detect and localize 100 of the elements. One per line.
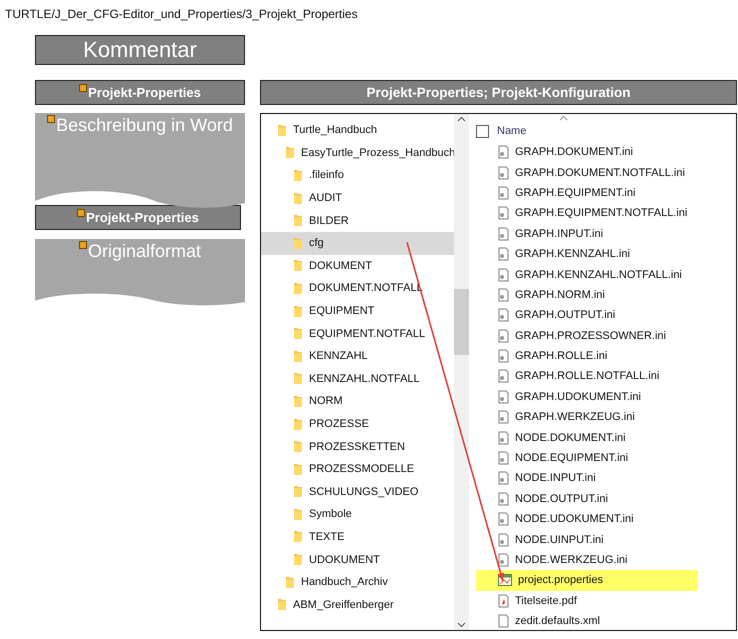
file-item[interactable]: NODE.UDOKUMENT.ini (476, 509, 698, 530)
settings-file-icon (498, 410, 509, 424)
folder-item[interactable]: Symbole (261, 503, 454, 526)
folder-item[interactable]: ABM_Greiffenberger (261, 593, 454, 616)
settings-file-icon (498, 288, 509, 302)
settings-file-icon (498, 532, 509, 547)
folder-icon (293, 168, 303, 182)
file-item[interactable]: GRAPH.EQUIPMENT.ini (476, 182, 698, 204)
folder-item[interactable]: Handbuch_Archiv (261, 570, 454, 594)
folder-icon (293, 440, 303, 454)
settings-file-icon (498, 268, 509, 282)
folder-icon (293, 462, 303, 476)
folder-icon (293, 553, 303, 566)
folder-item[interactable]: PROZESSKETTEN (261, 435, 454, 458)
scroll-thumb[interactable] (454, 289, 469, 355)
scrollbar[interactable] (454, 114, 469, 630)
section-heading: Projekt-Properties; Projekt-Konfiguration (260, 80, 737, 105)
folder-item[interactable]: NORM (261, 390, 454, 413)
file-item[interactable]: project.properties (476, 570, 698, 591)
breadcrumb: TURTLE/J_Der_CFG-Editor_und_Properties/3_Projekt_Properties (5, 7, 358, 21)
folder-icon (293, 259, 303, 272)
folder-icon (293, 418, 303, 431)
settings-file-icon (498, 226, 509, 241)
folder-icon (293, 485, 303, 498)
file-item[interactable]: GRAPH.ROLLE.ini (476, 346, 698, 366)
file-item[interactable]: zedit.defaults.xml (476, 610, 698, 632)
file-item[interactable]: Titelseite.pdf (476, 590, 698, 611)
folder-icon (285, 576, 295, 589)
folder-item[interactable]: .fileinfo (261, 164, 454, 187)
folder-item[interactable]: cfg (261, 232, 454, 255)
folder-item[interactable]: KENNZAHL.NOTFALL (261, 368, 454, 390)
file-item[interactable]: GRAPH.WERKZEUG.ini (476, 407, 698, 428)
settings-file-icon (498, 369, 509, 384)
folder-item[interactable]: DOKUMENT (261, 254, 454, 278)
file-item[interactable]: GRAPH.ROLLE.NOTFALL.ini (476, 366, 698, 387)
folder-icon (293, 372, 303, 386)
folder-item[interactable]: PROZESSE (261, 412, 454, 436)
file-item[interactable]: GRAPH.KENNZAHL.NOTFALL.ini (476, 264, 698, 285)
comment-button[interactable]: Kommentar (35, 35, 245, 65)
file-item[interactable]: NODE.DOKUMENT.ini (476, 427, 698, 448)
file-item[interactable]: GRAPH.INPUT.ini (476, 224, 698, 244)
folder-icon (285, 146, 295, 160)
file-item[interactable]: GRAPH.OUTPUT.ini (476, 305, 698, 326)
settings-file-icon (498, 186, 509, 200)
file-item[interactable]: GRAPH.DOKUMENT.NOTFALL.ini (476, 162, 698, 183)
folder-icon (293, 530, 303, 544)
pdf-file-icon (498, 594, 509, 608)
file-item[interactable]: NODE.INPUT.ini (476, 468, 698, 489)
settings-file-icon (498, 349, 509, 364)
file-item[interactable]: GRAPH.DOKUMENT.ini (476, 142, 698, 162)
settings-file-icon (498, 145, 509, 160)
settings-file-icon (498, 206, 509, 220)
folder-icon (293, 304, 303, 318)
file-item[interactable]: NODE.EQUIPMENT.ini (476, 448, 698, 468)
link-marker-icon (79, 84, 88, 92)
file-item[interactable]: NODE.UINPUT.ini (476, 529, 698, 550)
settings-file-icon (498, 390, 509, 404)
file-item[interactable]: GRAPH.KENNZAHL.ini (476, 244, 698, 264)
folder-item[interactable]: BILDER (261, 209, 454, 232)
folder-item[interactable]: Turtle_Handbuch (261, 119, 454, 142)
folder-item[interactable]: PROZESSMODELLE (261, 458, 454, 480)
file-item[interactable]: NODE.WERKZEUG.ini (476, 550, 698, 570)
folder-item[interactable]: SCHULUNGS_VIDEO (261, 480, 454, 504)
file-item[interactable]: GRAPH.PROZESSOWNER.ini (476, 326, 698, 346)
folder-item[interactable]: TEXTE (261, 526, 454, 548)
folder-icon (293, 394, 303, 408)
file-item[interactable]: GRAPH.NORM.ini (476, 284, 698, 306)
select-all-checkbox[interactable] (476, 124, 489, 138)
link-marker-icon (77, 209, 86, 217)
column-header[interactable]: Name (497, 125, 526, 137)
settings-file-icon (498, 492, 509, 506)
folder-item[interactable]: EasyTurtle_Prozess_Handbuch (261, 142, 454, 164)
settings-file-icon (498, 308, 509, 322)
file-item[interactable]: GRAPH.UDOKUMENT.ini (476, 386, 698, 408)
folder-item[interactable]: AUDIT (261, 186, 454, 210)
folder-item[interactable]: EQUIPMENT (261, 300, 454, 322)
file-item[interactable]: GRAPH.EQUIPMENT.NOTFALL.ini (476, 203, 698, 224)
folder-icon (293, 508, 303, 521)
file-item[interactable]: NODE.OUTPUT.ini (476, 488, 698, 510)
folder-icon (293, 236, 303, 250)
sort-caret-icon (559, 115, 568, 121)
settings-file-icon (498, 553, 509, 567)
folder-item[interactable]: EQUIPMENT.NOTFALL (261, 322, 454, 345)
settings-file-icon (498, 471, 509, 486)
folder-icon (277, 124, 287, 137)
folder-item[interactable]: KENNZAHL (261, 344, 454, 368)
folder-icon (293, 192, 303, 205)
folder-icon (293, 282, 303, 295)
heading-text: Projekt-Properties (86, 210, 199, 225)
settings-file-icon (498, 451, 509, 466)
settings-file-icon (498, 512, 509, 526)
folder-item[interactable]: UDOKUMENT (261, 548, 454, 571)
settings-file-icon (498, 247, 509, 262)
link-marker-icon (47, 115, 56, 123)
settings-file-icon (498, 430, 509, 445)
folder-icon (293, 350, 303, 363)
caret-down-icon (457, 622, 466, 628)
settings-file-icon (498, 328, 509, 343)
caret-up-icon (457, 116, 466, 122)
folder-icon (277, 598, 287, 612)
